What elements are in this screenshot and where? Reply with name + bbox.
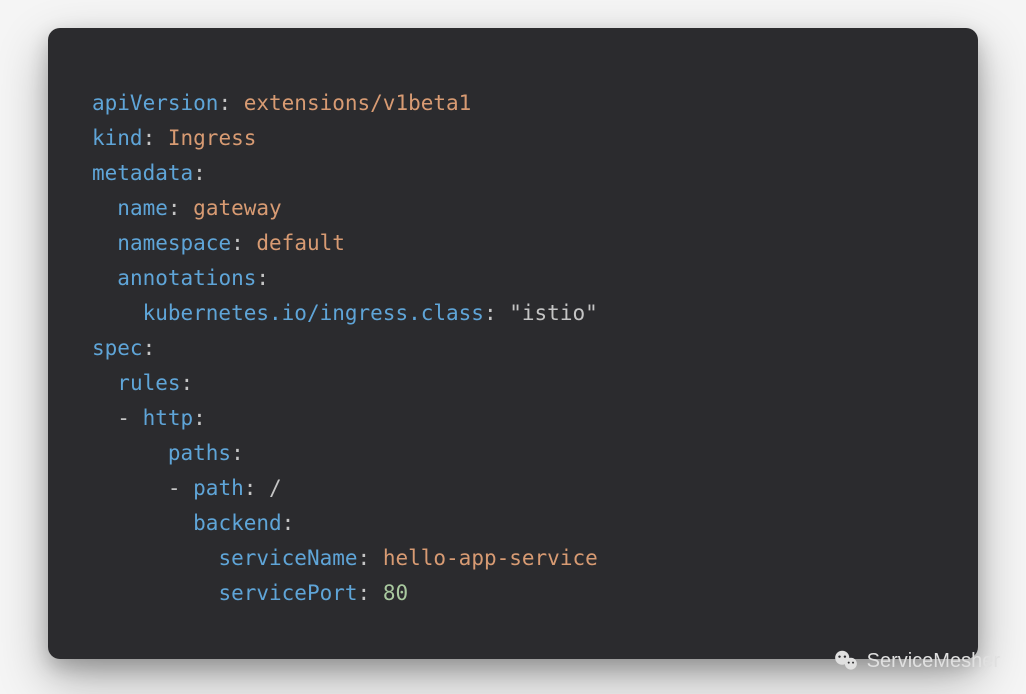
- code-block: apiVersion: extensions/v1beta1kind: Ingr…: [48, 28, 978, 659]
- code-line: kubernetes.io/ingress.class: "istio": [92, 296, 934, 331]
- code-line: - path: /: [92, 471, 934, 506]
- code-line: namespace: default: [92, 226, 934, 261]
- code-line: kind: Ingress: [92, 121, 934, 156]
- code-line: serviceName: hello-app-service: [92, 541, 934, 576]
- code-line: paths:: [92, 436, 934, 471]
- wechat-icon: [833, 648, 859, 674]
- watermark-text: ServiceMesher: [867, 650, 1000, 673]
- code-line: rules:: [92, 366, 934, 401]
- code-content: apiVersion: extensions/v1beta1kind: Ingr…: [92, 86, 934, 611]
- code-line: - http:: [92, 401, 934, 436]
- code-line: backend:: [92, 506, 934, 541]
- code-line: spec:: [92, 331, 934, 366]
- code-line: apiVersion: extensions/v1beta1: [92, 86, 934, 121]
- code-line: servicePort: 80: [92, 576, 934, 611]
- watermark: ServiceMesher: [833, 648, 1000, 674]
- code-line: metadata:: [92, 156, 934, 191]
- code-line: name: gateway: [92, 191, 934, 226]
- code-line: annotations:: [92, 261, 934, 296]
